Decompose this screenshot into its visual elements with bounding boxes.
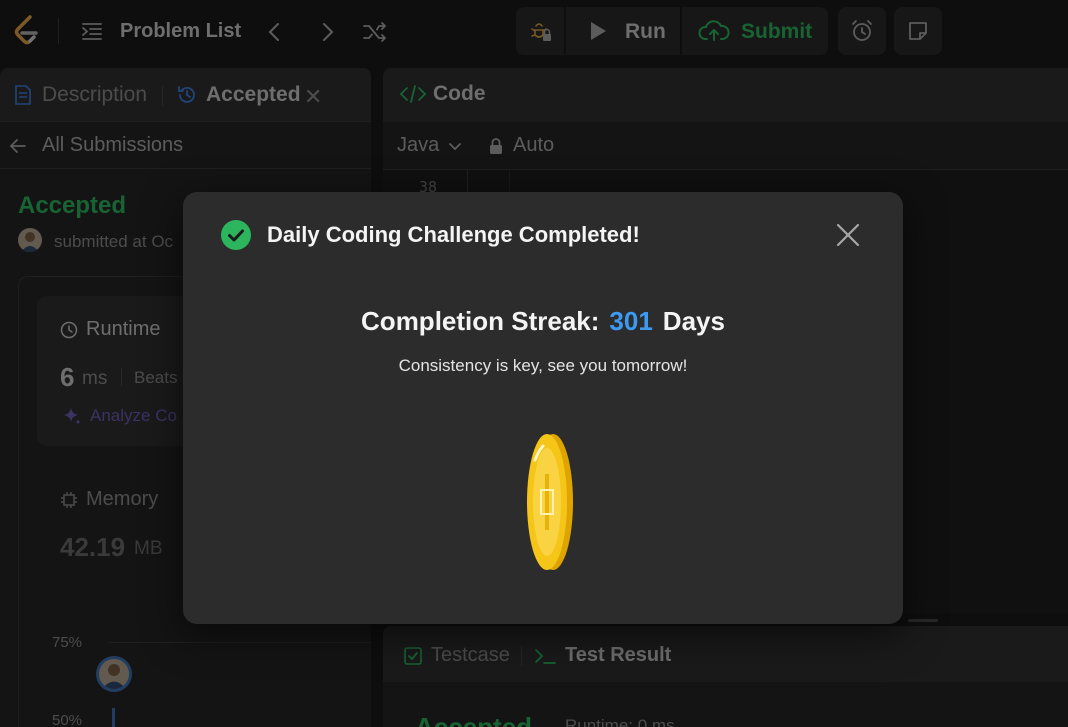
modal-title: Daily Coding Challenge Completed! (267, 222, 640, 247)
gold-coin-icon (527, 434, 573, 570)
close-icon[interactable] (833, 220, 863, 250)
streak-unit: Days (662, 306, 725, 336)
modal-subtitle: Consistency is key, see you tomorrow! (398, 356, 688, 375)
completion-streak: Completion Streak: 301 Days (183, 306, 903, 337)
streak-label: Completion Streak: (361, 306, 600, 336)
check-circle-icon (221, 220, 251, 250)
daily-challenge-modal: Daily Coding Challenge Completed! Comple… (183, 192, 903, 624)
streak-count: 301 (609, 306, 653, 336)
